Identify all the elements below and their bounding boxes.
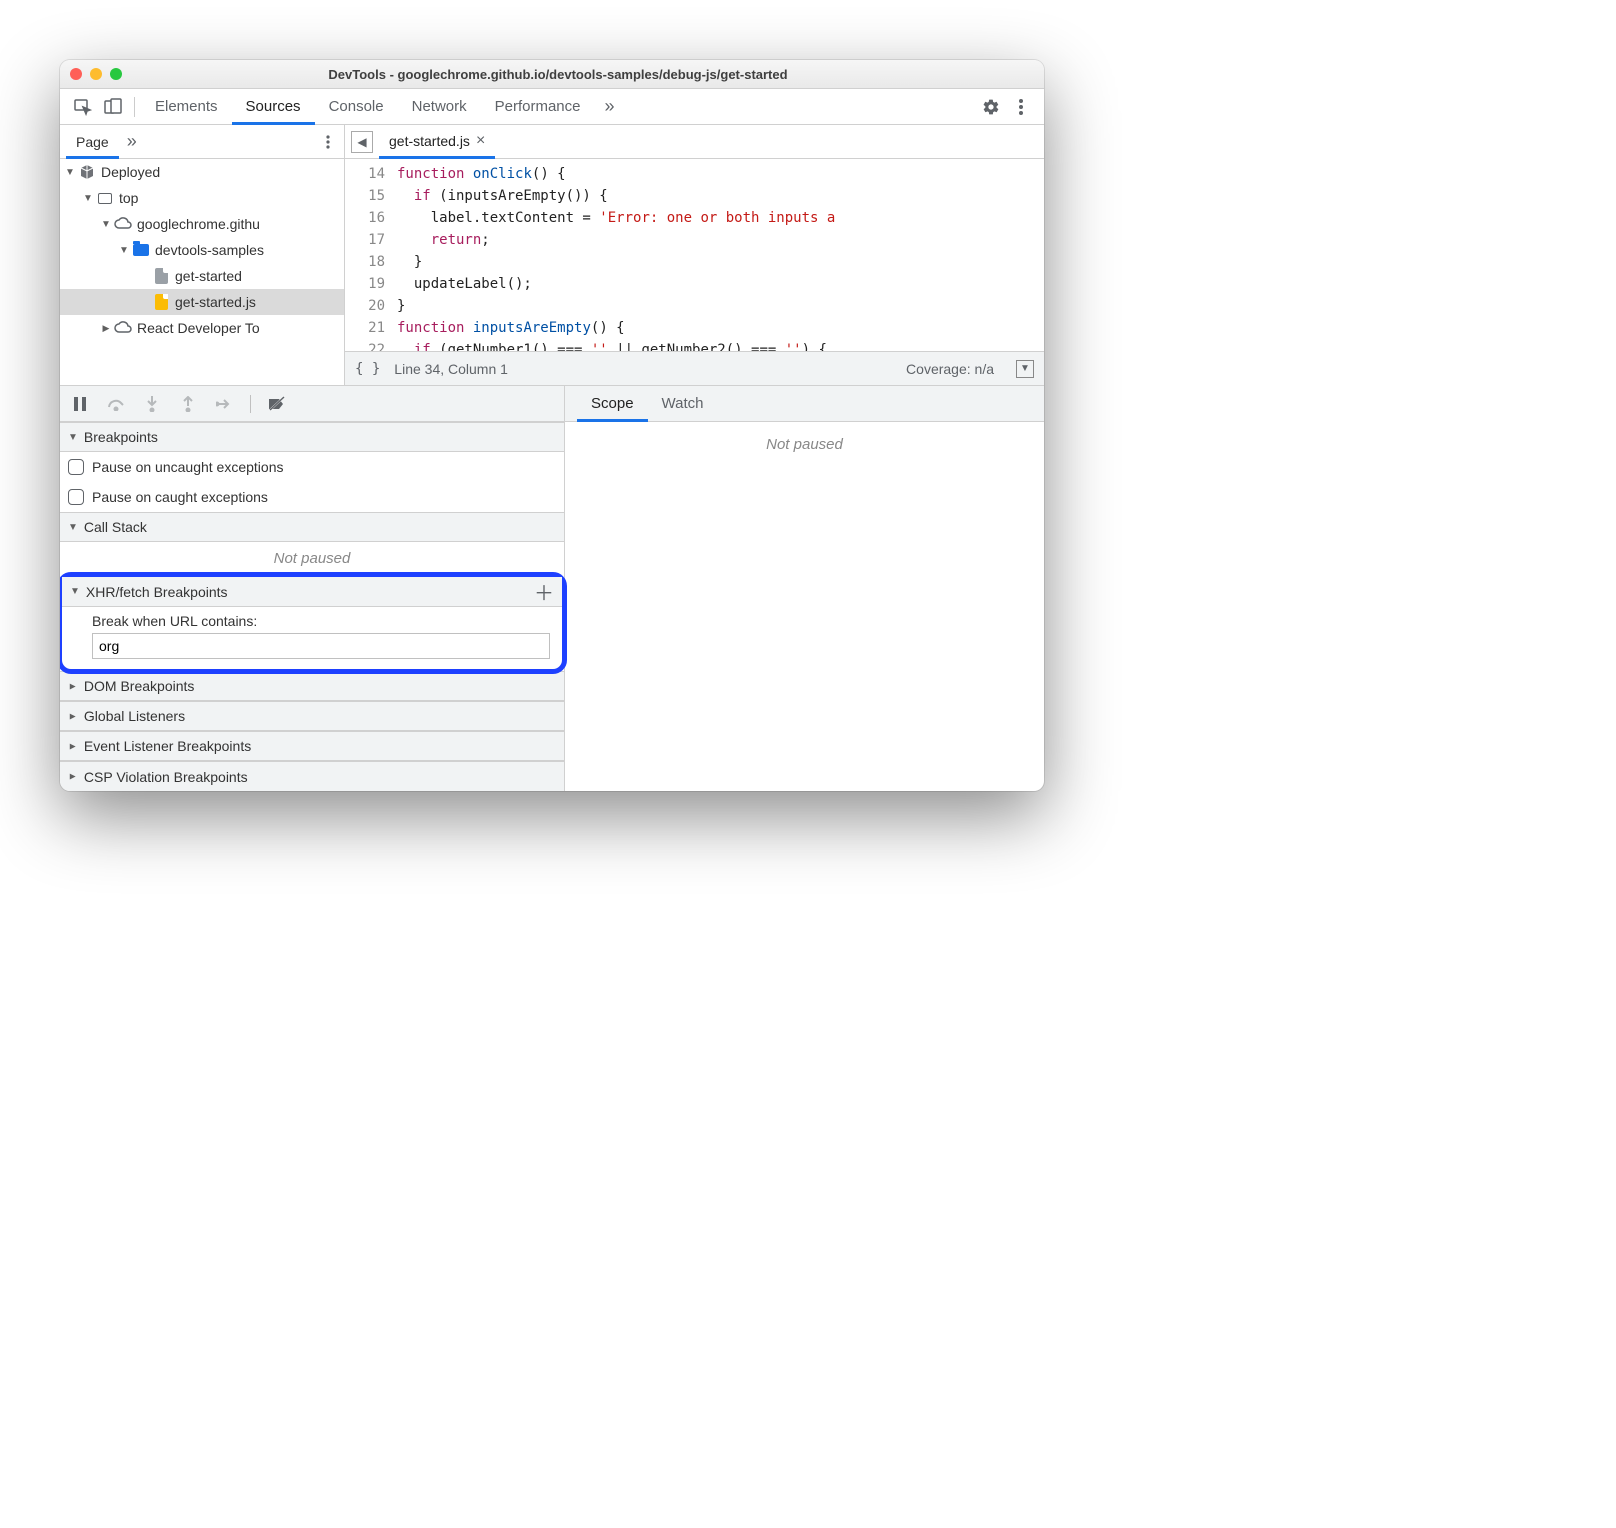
zoom-window-button[interactable] <box>110 68 122 80</box>
window-controls <box>70 68 122 80</box>
scope-tabs: Scope Watch <box>565 386 1044 422</box>
xhr-url-label: Break when URL contains: <box>92 613 550 629</box>
window-title: DevTools - googlechrome.github.io/devtoo… <box>132 67 1034 82</box>
tab-performance[interactable]: Performance <box>481 89 595 125</box>
separator <box>250 395 251 413</box>
section-event[interactable]: ▼Event Listener Breakpoints <box>60 731 564 761</box>
pause-uncaught-label: Pause on uncaught exceptions <box>92 459 283 475</box>
cursor-position: Line 34, Column 1 <box>394 361 508 377</box>
cube-icon <box>78 163 96 181</box>
main-toolbar: Elements Sources Console Network Perform… <box>60 89 1044 125</box>
tree-file-js[interactable]: get-started.js <box>60 289 344 315</box>
folder-icon <box>132 241 150 259</box>
section-xhr[interactable]: ▼XHR/fetch Breakpoints ＋ <box>62 577 562 607</box>
cloud-icon <box>114 319 132 337</box>
section-global[interactable]: ▼Global Listeners <box>60 701 564 731</box>
close-tab-icon[interactable]: × <box>476 124 485 158</box>
navigator-menu-icon[interactable] <box>318 135 338 149</box>
file-js-icon <box>152 293 170 311</box>
nav-back-icon[interactable]: ◀ <box>351 131 373 153</box>
pause-icon[interactable] <box>70 394 90 414</box>
section-callstack[interactable]: ▼Call Stack <box>60 512 564 542</box>
titlebar: DevTools - googlechrome.github.io/devtoo… <box>60 60 1044 89</box>
deactivate-breakpoints-icon[interactable] <box>267 394 287 414</box>
tree-deployed[interactable]: Deployed <box>60 159 344 185</box>
file-tree: Deployed top googlechrome.githu devtools… <box>60 159 344 385</box>
navigator-tabs: Page » <box>60 125 344 159</box>
pause-caught-checkbox[interactable] <box>68 489 84 505</box>
section-dom[interactable]: ▼DOM Breakpoints <box>60 671 564 701</box>
pause-caught-row: Pause on caught exceptions <box>60 482 564 512</box>
coverage-label: Coverage: n/a <box>906 361 994 377</box>
settings-icon[interactable] <box>976 92 1006 122</box>
minimize-window-button[interactable] <box>90 68 102 80</box>
tab-watch[interactable]: Watch <box>648 386 718 422</box>
xhr-body: Break when URL contains: <box>62 607 562 669</box>
tree-label: React Developer To <box>137 320 260 336</box>
step-over-icon[interactable] <box>106 394 126 414</box>
debug-controls <box>60 386 564 422</box>
tree-label: top <box>119 190 138 206</box>
navigator-overflow[interactable]: » <box>119 131 145 152</box>
tree-label: Deployed <box>101 164 160 180</box>
cloud-icon <box>114 215 132 233</box>
separator <box>134 97 135 117</box>
devtools-window: DevTools - googlechrome.github.io/devtoo… <box>60 60 1044 791</box>
step-icon[interactable] <box>214 394 234 414</box>
tree-label: googlechrome.githu <box>137 216 260 232</box>
editor-tabs: ◀ get-started.js × <box>345 125 1044 159</box>
file-icon <box>152 267 170 285</box>
tree-label: devtools-samples <box>155 242 264 258</box>
line-gutter: 14 15 16 17 18 19 20 21 22 <box>345 159 395 351</box>
pretty-print-icon[interactable]: { } <box>355 361 380 377</box>
file-tab[interactable]: get-started.js × <box>379 125 495 159</box>
status-dropdown-icon[interactable]: ▼ <box>1016 360 1034 378</box>
device-toggle-icon[interactable] <box>98 92 128 122</box>
scope-empty: Not paused <box>565 422 1044 461</box>
tree-top[interactable]: top <box>60 185 344 211</box>
tree-domain[interactable]: googlechrome.githu <box>60 211 344 237</box>
step-into-icon[interactable] <box>142 394 162 414</box>
page-tab[interactable]: Page <box>66 125 119 159</box>
debugger-panes: ▼Breakpoints Pause on uncaught exception… <box>60 385 1044 791</box>
tab-elements[interactable]: Elements <box>141 89 232 125</box>
step-out-icon[interactable] <box>178 394 198 414</box>
tab-sources[interactable]: Sources <box>232 89 315 125</box>
pause-caught-label: Pause on caught exceptions <box>92 489 268 505</box>
debugger-right: Scope Watch Not paused <box>565 386 1044 791</box>
kebab-menu-icon[interactable] <box>1006 92 1036 122</box>
inspect-element-icon[interactable] <box>68 92 98 122</box>
code-editor[interactable]: 14 15 16 17 18 19 20 21 22 function onCl… <box>345 159 1044 351</box>
navigator-pane: Page » Deployed top <box>60 125 345 385</box>
tree-file-html[interactable]: get-started <box>60 263 344 289</box>
tab-scope[interactable]: Scope <box>577 386 648 422</box>
debugger-left: ▼Breakpoints Pause on uncaught exception… <box>60 386 565 791</box>
pause-uncaught-row: Pause on uncaught exceptions <box>60 452 564 482</box>
close-window-button[interactable] <box>70 68 82 80</box>
file-tab-label: get-started.js <box>389 124 470 158</box>
tree-folder[interactable]: devtools-samples <box>60 237 344 263</box>
tree-label: get-started.js <box>175 294 256 310</box>
code-body: function onClick() { if (inputsAreEmpty(… <box>395 159 1044 351</box>
xhr-url-input[interactable] <box>92 633 550 659</box>
more-tabs-button[interactable]: » <box>595 96 625 117</box>
panel-tabs: Elements Sources Console Network Perform… <box>141 89 595 125</box>
tab-console[interactable]: Console <box>315 89 398 125</box>
pause-uncaught-checkbox[interactable] <box>68 459 84 475</box>
frame-icon <box>96 189 114 207</box>
xhr-highlight: ▼XHR/fetch Breakpoints ＋ Break when URL … <box>60 572 567 674</box>
tree-react-ext[interactable]: React Developer To <box>60 315 344 341</box>
section-csp[interactable]: ▼CSP Violation Breakpoints <box>60 761 564 791</box>
editor-pane: ◀ get-started.js × 14 15 16 17 18 19 20 … <box>345 125 1044 385</box>
add-xhr-breakpoint-icon[interactable]: ＋ <box>534 577 554 606</box>
editor-status-bar: { } Line 34, Column 1 Coverage: n/a ▼ <box>345 351 1044 385</box>
tree-label: get-started <box>175 268 242 284</box>
tab-network[interactable]: Network <box>398 89 481 125</box>
callstack-empty: Not paused <box>60 542 564 575</box>
section-breakpoints[interactable]: ▼Breakpoints <box>60 422 564 452</box>
